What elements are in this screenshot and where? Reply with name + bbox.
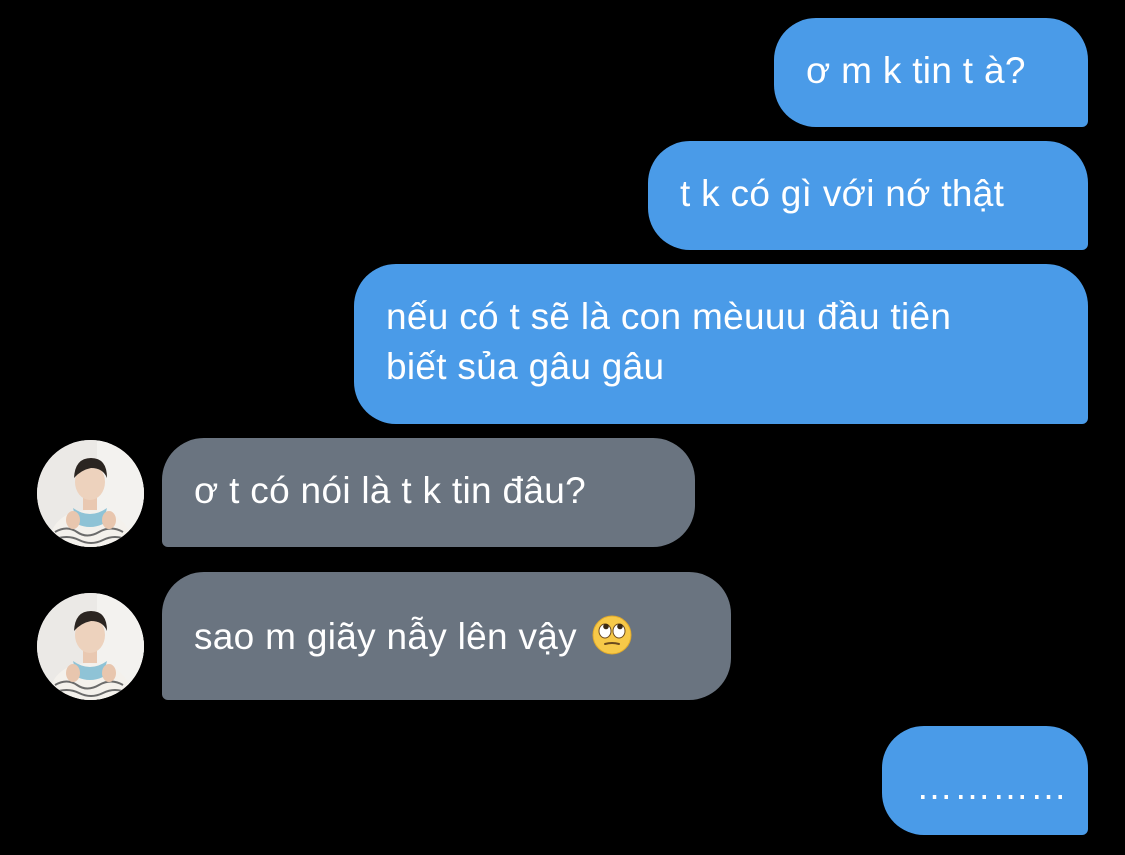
sent-message-bubble[interactable]: nếu có t sẽ là con mèuuu đầu tiên biết s… [354, 264, 1088, 424]
message-text-line: nếu có t sẽ là con mèuuu đầu tiên [386, 296, 952, 337]
sent-message-bubble[interactable]: ………… [882, 726, 1088, 835]
message-text: ơ t có nói là t k tin đâu? [194, 470, 586, 511]
user-avatar-icon [37, 593, 144, 700]
message-text: ơ m k tin t à? [806, 50, 1026, 91]
sent-message-bubble[interactable]: t k có gì với nớ thật [648, 141, 1088, 250]
received-message-bubble[interactable]: ơ t có nói là t k tin đâu? [162, 438, 695, 547]
friend-avatar[interactable] [37, 440, 144, 547]
user-avatar-icon [37, 440, 144, 547]
message-text: sao m giãy nẫy lên vậy [194, 616, 577, 657]
received-message-bubble[interactable]: sao m giãy nẫy lên vậy [162, 572, 731, 700]
message-text-line: biết sủa gâu gâu [386, 346, 665, 387]
message-text: ………… [916, 766, 1068, 807]
sent-message-bubble[interactable]: ơ m k tin t à? [774, 18, 1088, 127]
friend-avatar[interactable] [37, 593, 144, 700]
eye-roll-emoji-icon [592, 615, 632, 668]
message-text: t k có gì với nớ thật [680, 173, 1005, 214]
